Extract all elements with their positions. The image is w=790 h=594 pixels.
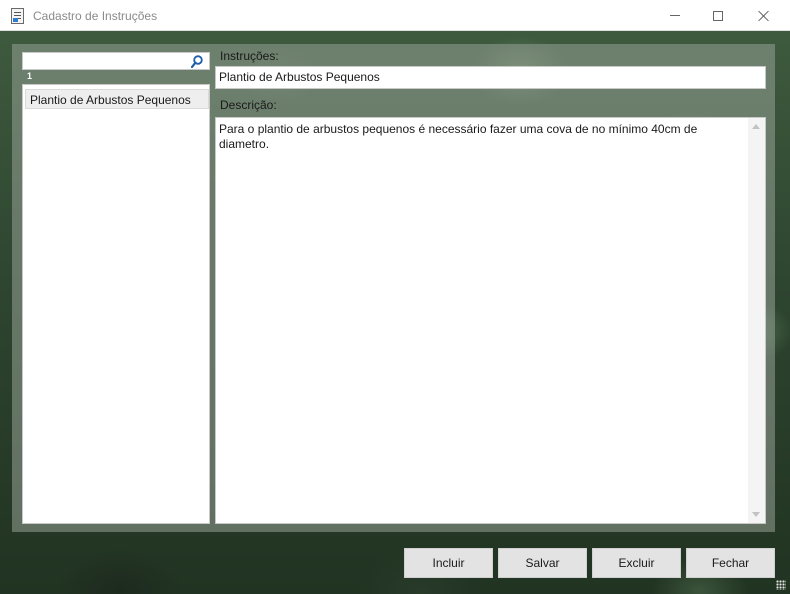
descricao-label: Descrição: [220,98,277,112]
vertical-scrollbar[interactable] [748,118,765,523]
search-input[interactable] [22,52,210,70]
search-icon[interactable] [191,55,203,68]
document-icon [11,8,24,24]
instructions-list[interactable]: Plantio de Arbustos Pequenos [22,84,210,524]
instrucoes-label: Instruções: [220,49,279,63]
descricao-textarea[interactable]: Para o plantio de arbustos pequenos é ne… [215,117,766,524]
close-icon [758,10,770,22]
descricao-text: Para o plantio de arbustos pequenos é ne… [219,122,698,151]
title-bar[interactable]: Cadastro de Instruções [0,0,790,31]
salvar-button[interactable]: Salvar [498,548,587,578]
close-button[interactable] [741,0,787,31]
fechar-button[interactable]: Fechar [686,548,775,578]
maximize-button[interactable] [695,0,741,31]
maximize-icon [713,10,723,21]
minimize-icon [670,15,680,16]
window-title: Cadastro de Instruções [33,9,158,23]
list-item[interactable]: Plantio de Arbustos Pequenos [25,89,209,109]
resize-grip-icon[interactable] [776,580,786,590]
minimize-button[interactable] [652,0,698,31]
instrucoes-field[interactable]: Plantio de Arbustos Pequenos [215,66,766,89]
record-count: 1 [27,71,33,81]
excluir-button[interactable]: Excluir [592,548,681,578]
incluir-button[interactable]: Incluir [404,548,493,578]
scroll-down-icon[interactable] [752,512,760,517]
scroll-up-icon[interactable] [752,124,760,129]
